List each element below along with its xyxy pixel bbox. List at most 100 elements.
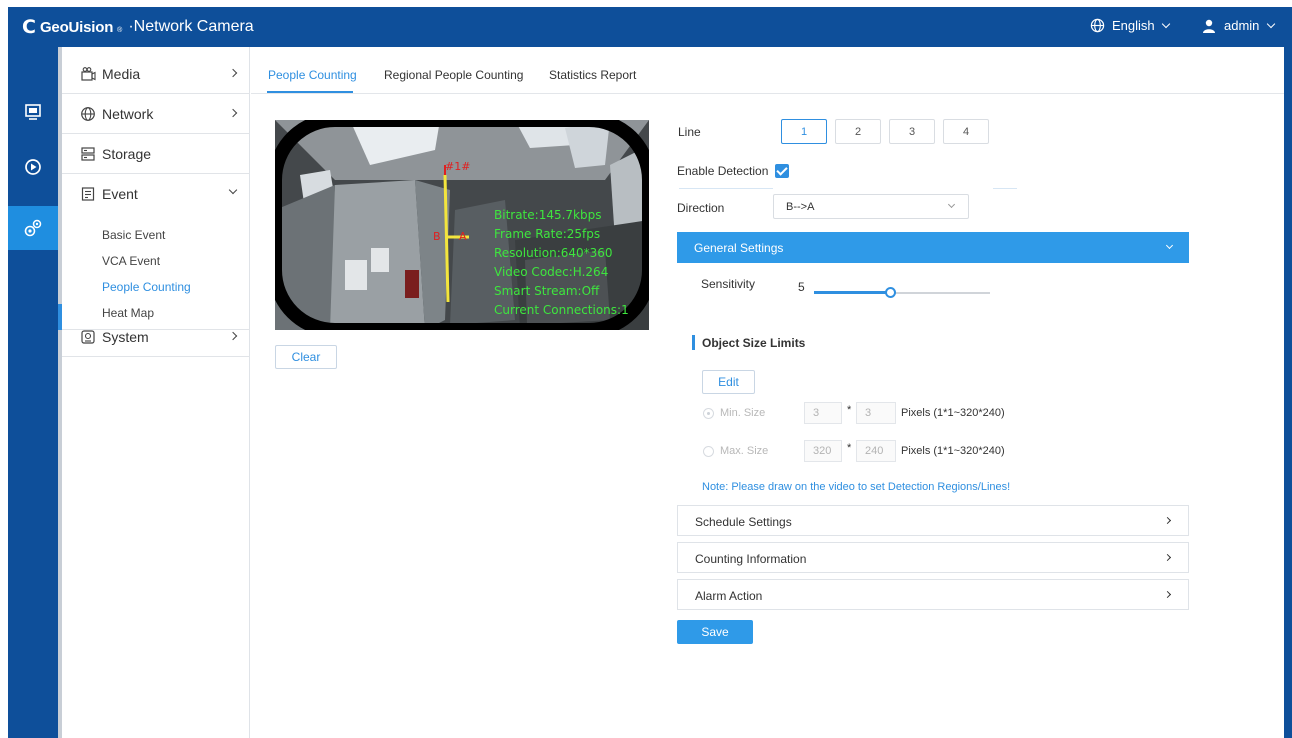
tab-bar: People Counting Regional People Counting… [251, 47, 1292, 94]
chevron-down-icon [1165, 241, 1174, 250]
menu-item-media[interactable]: Media [62, 54, 250, 94]
globe-icon [1090, 18, 1105, 33]
general-settings-header[interactable]: General Settings [677, 232, 1189, 263]
settings-button[interactable] [8, 206, 58, 250]
icon-rail [8, 47, 58, 738]
line-4-button[interactable]: 4 [943, 119, 989, 144]
tab-statistics-report[interactable]: Statistics Report [549, 68, 636, 82]
direction-label: Direction [677, 201, 725, 215]
tab-underline [267, 91, 353, 93]
menu-label-storage: Storage [102, 146, 152, 162]
schedule-settings-row[interactable]: Schedule Settings [677, 505, 1189, 536]
min-size-label: Min. Size [720, 407, 766, 419]
direction-value: B-->A [786, 201, 815, 213]
product-title: ·Network Camera [128, 18, 254, 35]
settings-gears-icon [24, 219, 42, 237]
globe-icon [81, 107, 95, 121]
playback-button[interactable] [8, 145, 58, 189]
top-header: C GeoUision ® ·Network Camera English adm… [8, 7, 1292, 47]
osd-connections: Current Connections:1 [494, 303, 629, 317]
logo-mark: C [22, 16, 36, 38]
right-frame-edge [1284, 47, 1292, 738]
point-a-label: A [459, 230, 467, 243]
chevron-down-icon [1267, 19, 1276, 28]
live-view-button[interactable] [8, 90, 58, 134]
osd-video-codec: Video Codec:H.264 [494, 265, 609, 279]
divider [679, 188, 773, 189]
submenu-people-counting[interactable]: People Counting [102, 280, 191, 294]
menu-label-event: Event [102, 186, 138, 202]
osd-smart-stream: Smart Stream:Off [494, 284, 600, 298]
schedule-settings-title: Schedule Settings [695, 515, 792, 529]
sensitivity-slider-handle[interactable] [885, 287, 896, 298]
alarm-action-row[interactable]: Alarm Action [677, 579, 1189, 610]
menu-item-system[interactable]: System [62, 317, 250, 357]
tab-regional-people-counting[interactable]: Regional People Counting [384, 68, 523, 82]
chevron-right-icon [228, 108, 238, 118]
enable-detection-label: Enable Detection [677, 164, 769, 178]
max-width-input[interactable]: 320 [804, 440, 842, 462]
user-icon [1203, 19, 1215, 33]
max-size-label: Max. Size [720, 445, 769, 457]
draw-note: Note: Please draw on the video to set De… [702, 481, 1011, 493]
object-size-limits-title: Object Size Limits [702, 336, 806, 350]
video-osd: Bitrate:145.7kbps Frame Rate:25fps Resol… [494, 206, 629, 320]
general-settings-title: General Settings [694, 241, 784, 255]
enable-detection-checkbox[interactable] [775, 164, 789, 178]
chevron-right-icon [1163, 553, 1172, 562]
direction-select[interactable]: B-->A [773, 194, 969, 219]
alarm-action-title: Alarm Action [695, 589, 763, 603]
section-marker [692, 335, 695, 350]
osd-frame-rate: Frame Rate:25fps [494, 227, 601, 241]
menu-item-storage[interactable]: Storage [62, 134, 250, 174]
monitor-icon [25, 104, 41, 120]
sensitivity-label: Sensitivity [701, 277, 756, 291]
min-pixels-range: Pixels (1*1~320*240) [901, 407, 1005, 419]
language-label: English [1112, 18, 1155, 33]
chevron-down-icon [228, 185, 238, 195]
menu-label-system: System [102, 329, 149, 345]
chevron-down-icon [1161, 19, 1170, 28]
line-2-button[interactable]: 2 [835, 119, 881, 144]
playback-icon [25, 159, 41, 175]
counting-information-title: Counting Information [695, 552, 807, 566]
settings-menu: Media Network Storage Event Basic Event … [58, 47, 250, 738]
user-menu[interactable]: admin [1202, 18, 1276, 33]
line-label: Line [678, 125, 701, 139]
menu-item-event[interactable]: Event Basic Event VCA Event People Count… [62, 174, 250, 330]
logo-brand: GeoUision [39, 18, 114, 36]
menu-label-network: Network [102, 106, 154, 122]
menu-label-media: Media [102, 66, 141, 82]
submenu-basic-event[interactable]: Basic Event [102, 228, 165, 242]
osd-bitrate: Bitrate:145.7kbps [494, 208, 602, 222]
chevron-right-icon [1163, 590, 1172, 599]
tab-people-counting[interactable]: People Counting [268, 68, 357, 82]
chevron-right-icon [228, 331, 238, 341]
main-content: People Counting Regional People Counting… [251, 47, 1292, 738]
max-height-input[interactable]: 240 [856, 440, 896, 462]
app-window: C GeoUision ® ·Network Camera English adm… [8, 7, 1292, 738]
menu-item-network[interactable]: Network [62, 94, 250, 134]
min-size-radio[interactable] [703, 408, 714, 419]
times-symbol: * [847, 404, 852, 416]
clear-button[interactable]: Clear [275, 345, 337, 369]
video-preview[interactable]: #1# B A Bitrate:145.7kbps Frame Rate:25f… [275, 120, 649, 330]
line-id-label: #1# [445, 160, 470, 173]
submenu-vca-event[interactable]: VCA Event [102, 254, 160, 268]
min-width-input[interactable]: 3 [804, 402, 842, 424]
osd-resolution: Resolution:640*360 [494, 246, 613, 260]
max-size-radio[interactable] [703, 446, 714, 457]
line-1-button[interactable]: 1 [781, 119, 827, 144]
counting-information-row[interactable]: Counting Information [677, 542, 1189, 573]
edit-button[interactable]: Edit [702, 370, 755, 394]
chevron-right-icon [1163, 516, 1172, 525]
storage-icon [81, 147, 95, 161]
point-b-label: B [433, 230, 441, 243]
times-symbol: * [847, 442, 852, 454]
min-height-input[interactable]: 3 [856, 402, 896, 424]
user-name: admin [1224, 18, 1260, 33]
system-icon [81, 330, 95, 344]
language-selector[interactable]: English [1090, 18, 1170, 33]
line-3-button[interactable]: 3 [889, 119, 935, 144]
save-button[interactable]: Save [677, 620, 753, 644]
